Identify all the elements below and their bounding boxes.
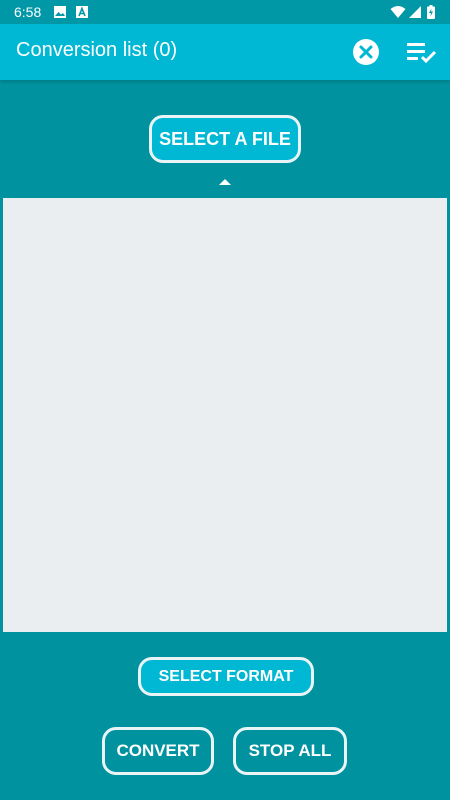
app-bar: Conversion list (0) xyxy=(0,24,450,80)
status-time: 6:58 xyxy=(14,4,42,20)
select-format-button[interactable]: SELECT FORMAT xyxy=(138,657,314,696)
conversion-list-area xyxy=(3,198,447,632)
a-notification-icon xyxy=(76,6,88,18)
battery-icon xyxy=(427,5,435,19)
select-file-button[interactable]: SELECT A FILE xyxy=(149,115,301,163)
close-circle-icon xyxy=(353,39,379,65)
page-title: Conversion list (0) xyxy=(16,39,178,61)
checklist-button[interactable] xyxy=(405,40,439,66)
caret-up-icon xyxy=(219,179,231,185)
status-bar: 6:58 xyxy=(0,0,450,24)
cell-signal-icon xyxy=(409,6,421,18)
convert-button[interactable]: CONVERT xyxy=(102,727,214,775)
clear-list-button[interactable] xyxy=(351,37,381,67)
stop-all-button[interactable]: STOP ALL xyxy=(233,727,347,775)
wifi-icon xyxy=(390,6,406,18)
checklist-icon xyxy=(407,43,437,64)
image-icon xyxy=(54,6,66,18)
